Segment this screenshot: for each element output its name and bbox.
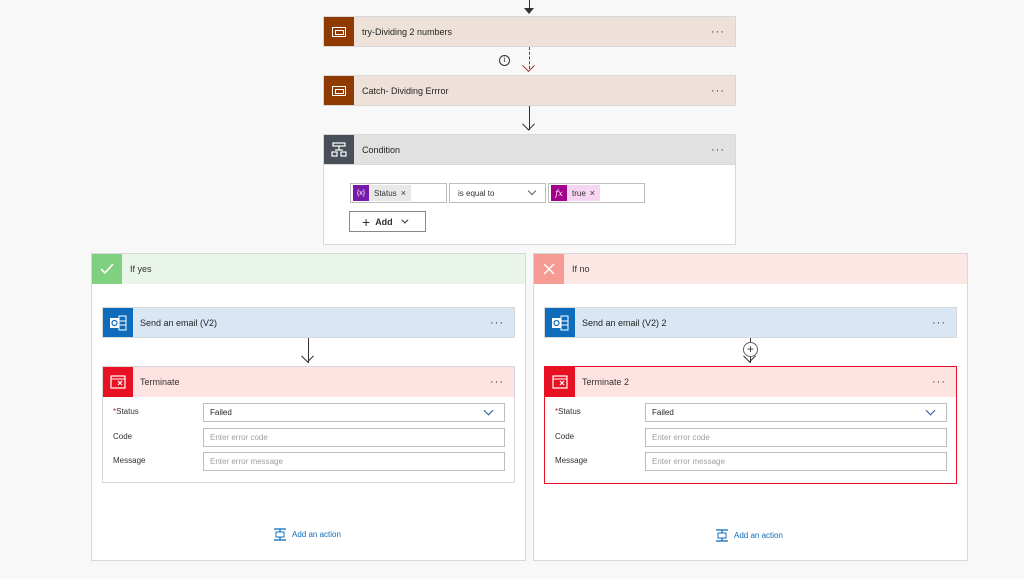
- branch-no-header[interactable]: If no: [534, 254, 967, 284]
- condition-card-header[interactable]: Condition ···: [323, 134, 736, 165]
- outlook-icon: [552, 315, 569, 330]
- operator-value: is equal to: [458, 188, 495, 198]
- condition-title: Condition: [362, 144, 401, 155]
- message-placeholder: Enter error message: [210, 457, 283, 466]
- add-action-label: Add an action: [734, 531, 783, 540]
- status-token-label: Status: [374, 188, 397, 198]
- chevron-down-icon: [527, 186, 537, 196]
- connector-arrow: [522, 117, 535, 131]
- close-icon: [534, 254, 564, 284]
- add-action-icon: [716, 529, 728, 542]
- code-placeholder: Enter error code: [210, 433, 268, 442]
- condition-operator-select[interactable]: is equal to: [449, 183, 546, 203]
- run-after-failure-arrow: [522, 59, 535, 73]
- branch-no-label: If no: [572, 264, 590, 274]
- more-options-icon[interactable]: ···: [932, 376, 946, 388]
- chevron-down-icon: [925, 405, 936, 416]
- status-token[interactable]: {x} Status ×: [353, 185, 411, 201]
- terminate-icon: [552, 375, 568, 389]
- more-options-icon[interactable]: ···: [490, 376, 504, 388]
- scope-icon-box: [324, 76, 354, 105]
- true-token-label: true: [572, 188, 586, 198]
- code-input[interactable]: Enter error code: [203, 428, 505, 447]
- send-email-title: Send an email (V2) 2: [582, 317, 667, 328]
- code-label: Code: [555, 432, 575, 441]
- condition-icon-box: [324, 135, 354, 164]
- outlook-icon-box: [103, 308, 133, 337]
- more-options-icon[interactable]: ···: [711, 85, 725, 97]
- chevron-down-icon: [483, 405, 494, 416]
- code-input[interactable]: Enter error code: [645, 428, 947, 447]
- message-label: Message: [555, 456, 588, 465]
- checkmark-icon: [92, 254, 122, 284]
- branch-yes-header[interactable]: If yes: [92, 254, 525, 284]
- condition-left-operand[interactable]: {x} Status ×: [350, 183, 447, 203]
- terminate-action-yes[interactable]: Terminate ··· *Status Failed Code Enter …: [102, 366, 515, 483]
- message-input[interactable]: Enter error message: [645, 452, 947, 471]
- terminate-action-no[interactable]: Terminate 2 ··· *Status Failed Code Ente…: [544, 366, 957, 484]
- condition-body: {x} Status × is equal to fx true × + Add: [323, 165, 736, 245]
- add-action-no-button[interactable]: Add an action: [715, 529, 783, 542]
- add-condition-button[interactable]: + Add: [349, 211, 426, 232]
- terminate-icon-box: [545, 367, 575, 397]
- scope-icon-box: [324, 17, 354, 46]
- message-label: Message: [113, 456, 146, 465]
- outlook-icon: [110, 315, 127, 330]
- plus-icon: +: [362, 213, 371, 230]
- terminate-title: Terminate 2: [582, 377, 630, 387]
- status-value: Failed: [210, 408, 232, 417]
- add-action-yes-button[interactable]: Add an action: [273, 528, 341, 541]
- remove-token-icon[interactable]: ×: [590, 188, 595, 198]
- remove-token-icon[interactable]: ×: [401, 188, 406, 198]
- more-options-icon[interactable]: ···: [932, 317, 946, 329]
- send-email-title: Send an email (V2): [140, 317, 218, 328]
- scope-try-title: try-Dividing 2 numbers: [362, 26, 453, 37]
- scope-try-card[interactable]: try-Dividing 2 numbers ···: [323, 16, 736, 47]
- code-placeholder: Enter error code: [652, 433, 710, 442]
- more-options-icon[interactable]: ···: [711, 26, 725, 38]
- status-value: Failed: [652, 408, 674, 417]
- status-label: *Status: [113, 407, 139, 416]
- status-dropdown[interactable]: Failed: [203, 403, 505, 422]
- terminate-icon: [110, 375, 126, 389]
- status-dropdown[interactable]: Failed: [645, 403, 947, 422]
- scope-catch-title: Catch- Dividing Errror: [362, 85, 449, 96]
- terminate-title: Terminate: [140, 377, 180, 387]
- connector-top-arrow: [524, 8, 534, 14]
- add-label: Add: [375, 216, 393, 227]
- terminate-icon-box: [103, 367, 133, 397]
- chevron-down-icon: [401, 216, 409, 224]
- scope-catch-card[interactable]: Catch- Dividing Errror ···: [323, 75, 736, 106]
- expression-icon: fx: [551, 185, 567, 201]
- send-email-action-yes[interactable]: Send an email (V2) ···: [102, 307, 515, 338]
- condition-right-operand[interactable]: fx true ×: [548, 183, 645, 203]
- info-icon[interactable]: i: [499, 55, 510, 66]
- scope-icon: [332, 26, 346, 37]
- outlook-icon-box: [545, 308, 575, 337]
- terminate-header[interactable]: Terminate 2 ···: [545, 367, 956, 397]
- branch-yes-label: If yes: [130, 264, 152, 274]
- more-options-icon[interactable]: ···: [711, 144, 725, 156]
- send-email-action-no[interactable]: Send an email (V2) 2 ···: [544, 307, 957, 338]
- true-token[interactable]: fx true ×: [551, 185, 601, 201]
- terminate-header[interactable]: Terminate ···: [103, 367, 514, 397]
- add-action-label: Add an action: [292, 530, 341, 539]
- more-options-icon[interactable]: ···: [490, 317, 504, 329]
- message-placeholder: Enter error message: [652, 457, 725, 466]
- message-input[interactable]: Enter error message: [203, 452, 505, 471]
- add-action-icon: [274, 528, 286, 541]
- scope-icon: [332, 85, 346, 96]
- condition-icon: [331, 141, 347, 157]
- variable-icon: {x}: [353, 185, 369, 201]
- status-label: *Status: [555, 407, 581, 416]
- code-label: Code: [113, 432, 133, 441]
